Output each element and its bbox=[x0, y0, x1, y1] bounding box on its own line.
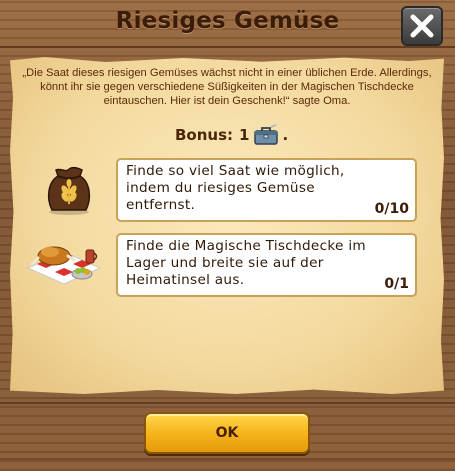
bonus-label: Bonus: bbox=[175, 126, 234, 144]
task-progress: 0/10 bbox=[374, 201, 409, 217]
dialog-title: Riesiges Gemüse bbox=[115, 8, 340, 34]
task-card: Finde die Magische Tischdecke im Lager u… bbox=[116, 233, 417, 297]
bonus-suffix: . bbox=[282, 126, 289, 144]
plank-divider bbox=[0, 402, 455, 404]
task-card: Finde so viel Saat wie möglich, indem du… bbox=[116, 158, 417, 222]
close-button[interactable] bbox=[401, 6, 443, 46]
task-description: Finde so viel Saat wie möglich, indem du… bbox=[126, 163, 345, 213]
plank-divider bbox=[0, 46, 455, 48]
ok-button[interactable]: OK bbox=[144, 412, 310, 454]
close-icon[interactable] bbox=[409, 13, 435, 39]
task-description: Finde die Magische Tischdecke im Lager u… bbox=[126, 238, 366, 288]
seed-sack-icon bbox=[47, 166, 91, 215]
picnic-tablecloth-icon bbox=[26, 246, 102, 285]
bonus-row: Bonus: 1 . bbox=[175, 124, 288, 146]
plank-divider bbox=[0, 458, 455, 460]
toolbox-icon bbox=[254, 124, 279, 145]
quest-description: „Die Saat dieses riesigen Gemüses wächst… bbox=[22, 67, 432, 107]
bonus-value: 1 bbox=[239, 126, 250, 144]
task-progress: 0/1 bbox=[384, 276, 409, 292]
